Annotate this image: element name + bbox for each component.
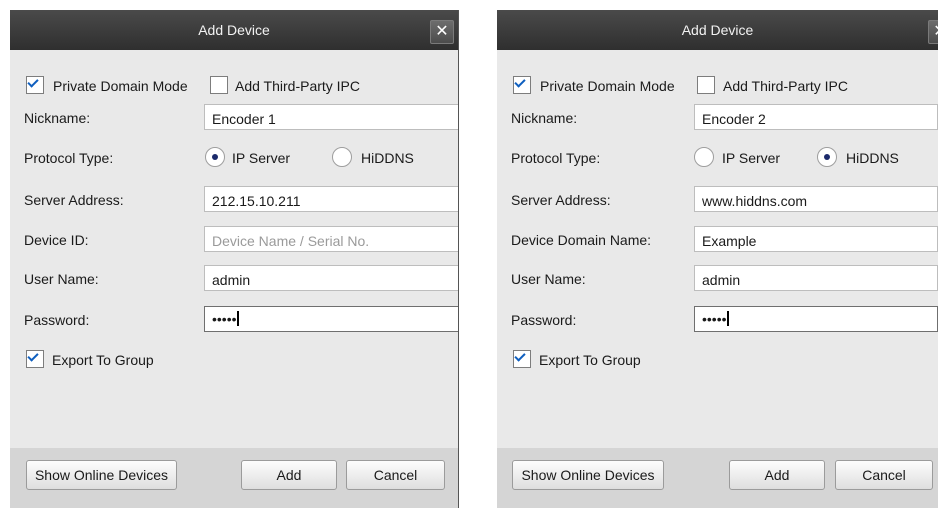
dialog-title: Add Device: [681, 22, 754, 38]
device-domain-name-field[interactable]: Example: [694, 226, 938, 252]
nickname-row: Nickname: Encoder 2: [511, 104, 938, 134]
add-third-party-ipc-label: Add Third-Party IPC: [235, 78, 361, 94]
add-device-dialog-1: Add Device ✕ Private Domain Mode Add Thi…: [10, 10, 459, 508]
nickname-label: Nickname:: [24, 110, 91, 126]
server-address-row: Server Address: www.hiddns.com: [511, 186, 938, 216]
add-device-dialog-2: Add Device ✕ Private Domain Mode Add Thi…: [497, 10, 938, 508]
private-domain-mode-label: Private Domain Mode: [53, 78, 188, 94]
cancel-button[interactable]: Cancel: [835, 460, 933, 490]
hiddns-radio[interactable]: [817, 147, 837, 167]
protocol-type-label: Protocol Type:: [24, 150, 114, 166]
device-id-field[interactable]: Device Name / Serial No.: [204, 226, 458, 252]
show-online-devices-button[interactable]: Show Online Devices: [26, 460, 177, 490]
dialog-body: Private Domain Mode Add Third-Party IPC …: [497, 50, 938, 448]
nickname-field[interactable]: Encoder 2: [694, 104, 938, 130]
server-address-label: Server Address:: [24, 192, 124, 208]
protocol-type-row: Protocol Type: IP Server HiDDNS: [511, 144, 938, 174]
close-button[interactable]: ✕: [928, 20, 938, 44]
protocol-type-row: Protocol Type: IP Server HiDDNS: [24, 144, 458, 174]
password-row: Password: •••••: [24, 306, 458, 336]
private-domain-mode-checkbox[interactable]: [513, 76, 531, 94]
add-third-party-ipc-checkbox[interactable]: [697, 76, 715, 94]
add-third-party-ipc-label: Add Third-Party IPC: [723, 78, 849, 94]
server-address-field[interactable]: www.hiddns.com: [694, 186, 938, 212]
user-name-row: User Name: admin: [24, 265, 458, 295]
dialog-titlebar: Add Device ✕: [10, 10, 458, 50]
ip-server-label: IP Server: [232, 150, 291, 166]
close-icon: ✕: [933, 23, 938, 40]
password-label: Password:: [24, 312, 90, 328]
export-to-group-label: Export To Group: [52, 352, 154, 368]
password-field[interactable]: •••••: [204, 306, 458, 332]
hiddns-radio[interactable]: [332, 147, 352, 167]
dialog-titlebar: Add Device ✕: [497, 10, 938, 50]
export-to-group-checkbox[interactable]: [513, 350, 531, 368]
password-field[interactable]: •••••: [694, 306, 938, 332]
mode-row: Private Domain Mode Add Third-Party IPC: [24, 72, 458, 102]
ip-server-radio[interactable]: [205, 147, 225, 167]
export-to-group-label: Export To Group: [539, 352, 641, 368]
user-name-field[interactable]: admin: [694, 265, 938, 291]
private-domain-mode-label: Private Domain Mode: [540, 78, 675, 94]
nickname-row: Nickname: Encoder 1: [24, 104, 458, 134]
dialog-title: Add Device: [198, 22, 270, 38]
password-value: •••••: [702, 311, 727, 327]
nickname-label: Nickname:: [511, 110, 578, 126]
cancel-button[interactable]: Cancel: [346, 460, 445, 490]
ip-server-label: IP Server: [722, 150, 781, 166]
dialog-footer: Show Online Devices Add Cancel: [10, 448, 458, 508]
server-address-row: Server Address: 212.15.10.211: [24, 186, 458, 216]
private-domain-mode-checkbox[interactable]: [26, 76, 44, 94]
device-id-row: Device ID: Device Name / Serial No.: [24, 226, 458, 256]
hiddns-label: HiDDNS: [361, 150, 414, 166]
user-name-label: User Name:: [511, 271, 586, 287]
show-online-devices-button[interactable]: Show Online Devices: [512, 460, 664, 490]
password-value: •••••: [212, 311, 237, 327]
add-button[interactable]: Add: [241, 460, 337, 490]
password-label: Password:: [511, 312, 577, 328]
add-button[interactable]: Add: [729, 460, 825, 490]
export-to-group-checkbox[interactable]: [26, 350, 44, 368]
password-row: Password: •••••: [511, 306, 938, 336]
mode-row: Private Domain Mode Add Third-Party IPC: [511, 72, 938, 102]
export-row: Export To Group: [511, 346, 938, 376]
server-address-field[interactable]: 212.15.10.211: [204, 186, 458, 212]
dialog-footer: Show Online Devices Add Cancel: [497, 448, 938, 508]
export-row: Export To Group: [24, 346, 458, 376]
device-domain-name-label: Device Domain Name:: [511, 232, 652, 248]
add-third-party-ipc-checkbox[interactable]: [210, 76, 228, 94]
device-id-label: Device ID:: [24, 232, 89, 248]
ip-server-radio[interactable]: [694, 147, 714, 167]
hiddns-label: HiDDNS: [846, 150, 899, 166]
close-button[interactable]: ✕: [430, 20, 454, 44]
nickname-field[interactable]: Encoder 1: [204, 104, 458, 130]
device-domain-name-row: Device Domain Name: Example: [511, 226, 938, 256]
dialog-body: Private Domain Mode Add Third-Party IPC …: [10, 50, 458, 448]
close-icon: ✕: [435, 23, 449, 40]
user-name-row: User Name: admin: [511, 265, 938, 295]
text-caret: [726, 311, 729, 326]
server-address-label: Server Address:: [511, 192, 611, 208]
protocol-type-label: Protocol Type:: [511, 150, 601, 166]
user-name-field[interactable]: admin: [204, 265, 458, 291]
text-caret: [236, 311, 239, 326]
user-name-label: User Name:: [24, 271, 99, 287]
